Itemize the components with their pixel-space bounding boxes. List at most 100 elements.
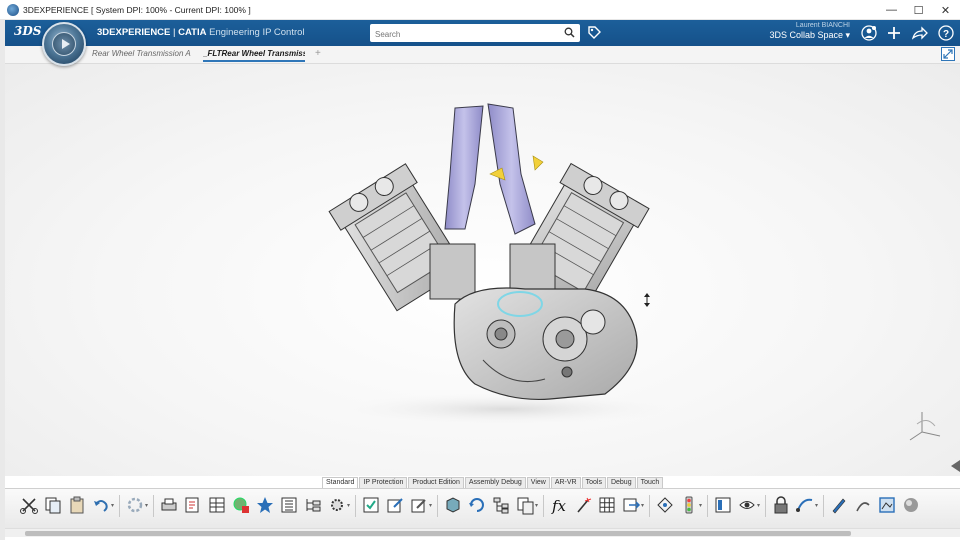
properties-icon[interactable] [183, 495, 203, 515]
globe-icon[interactable] [231, 495, 251, 515]
search-box[interactable] [370, 24, 580, 44]
3d-viewport[interactable] [5, 64, 960, 476]
star-icon[interactable] [255, 495, 275, 515]
minimize-button[interactable]: — [878, 0, 905, 20]
toolbar-separator [765, 495, 766, 517]
toolbar-separator [153, 495, 154, 517]
dropdown-arrow-icon[interactable]: ▾ [111, 502, 114, 509]
close-button[interactable]: ✕ [932, 0, 959, 20]
tab-flt-rear-wheel-transmission[interactable]: _FLTRear Wheel Transmiss [203, 49, 305, 62]
tab-ip-protection[interactable]: IP Protection [359, 477, 408, 488]
cube-icon[interactable] [443, 495, 463, 515]
tab-touch[interactable]: Touch [636, 477, 664, 488]
tag-icon[interactable] [587, 25, 602, 40]
help-icon[interactable]: ? [937, 24, 955, 42]
app-header: 3DS 3DEXPERIENCE | CATIA Engineering IP … [5, 20, 960, 46]
scissors-icon[interactable] [19, 495, 39, 515]
section-tabs: Standard IP Protection Product Edition Asse… [322, 477, 664, 488]
resize-cursor-icon [644, 293, 650, 307]
tab-tools[interactable]: Tools [581, 477, 606, 488]
panel-icon[interactable] [713, 495, 733, 515]
undo-icon[interactable] [91, 495, 111, 515]
copy-icon[interactable] [43, 495, 63, 515]
product-name: CATIA [178, 27, 207, 38]
paste-icon[interactable] [67, 495, 87, 515]
dropdown-arrow-icon[interactable]: ▾ [535, 502, 538, 509]
axis-triad-icon[interactable] [909, 412, 941, 441]
maximize-button[interactable]: ☐ [905, 0, 932, 20]
toolbar-separator [543, 495, 544, 517]
compass-play-button[interactable] [52, 32, 76, 56]
dropdown-arrow-icon[interactable]: ▾ [641, 502, 644, 509]
dropdown-arrow-icon[interactable]: ▾ [815, 502, 818, 509]
sphere-icon[interactable] [901, 495, 921, 515]
table-icon[interactable] [207, 495, 227, 515]
ds-logo: 3DS [14, 24, 42, 38]
pen-icon[interactable] [829, 495, 849, 515]
window-title: 3DEXPERIENCE [ System DPI: 100% - Curren… [23, 4, 251, 15]
hierarchy-icon[interactable] [491, 495, 511, 515]
wand-icon[interactable] [573, 495, 593, 515]
app-icon [7, 3, 19, 16]
share-icon[interactable] [911, 24, 929, 42]
svg-text:fx: fx [551, 497, 567, 515]
brand-name: 3DEXPERIENCE [97, 27, 171, 38]
check-icon[interactable] [361, 495, 381, 515]
compare-icon[interactable] [515, 495, 535, 515]
tab-ar-vr[interactable]: AR-VR [550, 477, 581, 488]
formula-icon[interactable]: fx [549, 495, 569, 515]
view-icon[interactable] [737, 495, 757, 515]
fullscreen-button[interactable] [941, 47, 955, 61]
grid-icon[interactable] [597, 495, 617, 515]
tab-assembly-debug[interactable]: Assembly Debug [464, 477, 526, 488]
toolbar-separator [823, 495, 824, 517]
dropdown-arrow-icon[interactable]: ▾ [347, 502, 350, 509]
dropdown-arrow-icon[interactable]: ▾ [757, 502, 760, 509]
brand-title: 3DEXPERIENCE | CATIA Engineering IP Cont… [97, 27, 305, 38]
engine-model[interactable] [5, 64, 960, 476]
action-toolbar: ▾ ▾ ▾ ▾ ▾ fx ▾ ▾ ▾ ▾ [5, 488, 960, 528]
toolbar-separator [437, 495, 438, 517]
route-icon[interactable] [795, 495, 815, 515]
tree-icon[interactable] [303, 495, 323, 515]
scrollbar-thumb[interactable] [25, 531, 851, 536]
toolbar-separator [707, 495, 708, 517]
gear-icon[interactable] [125, 495, 145, 515]
tab-rear-wheel-transmission[interactable]: Rear Wheel Transmission A [92, 49, 200, 58]
tab-debug[interactable]: Debug [606, 477, 636, 488]
app-name: Engineering IP Control [209, 27, 305, 38]
profile-icon[interactable] [860, 24, 878, 42]
tab-product-edition[interactable]: Product Edition [408, 477, 464, 488]
dropdown-arrow-icon[interactable]: ▾ [699, 502, 702, 509]
svg-text:?: ? [943, 29, 949, 40]
tab-standard[interactable]: Standard [322, 477, 359, 488]
sketch-icon[interactable] [853, 495, 873, 515]
traffic-light-icon[interactable] [679, 495, 699, 515]
settings-icon[interactable] [327, 495, 347, 515]
printer-icon[interactable] [159, 495, 179, 515]
export-icon[interactable] [621, 495, 641, 515]
tab-view[interactable]: View [526, 477, 550, 488]
add-tab-button[interactable]: + [315, 48, 321, 59]
geo-icon[interactable] [655, 495, 675, 515]
render-icon[interactable] [877, 495, 897, 515]
user-info[interactable]: Laurent BIANCHI 3DS Collab Space ▾ [769, 22, 850, 41]
refresh-icon[interactable] [467, 495, 487, 515]
dropdown-arrow-icon[interactable]: ▾ [145, 502, 148, 509]
search-input[interactable] [370, 25, 550, 44]
toolbar-separator [355, 495, 356, 517]
edit-icon[interactable] [385, 495, 405, 515]
search-icon[interactable] [564, 27, 575, 38]
add-icon[interactable] [885, 24, 903, 42]
play-icon [62, 39, 70, 49]
collab-space-selector[interactable]: 3DS Collab Space ▾ [769, 30, 850, 41]
user-name: Laurent BIANCHI [795, 22, 850, 29]
expand-icon [943, 49, 953, 59]
compass-widget[interactable] [42, 22, 86, 66]
toolbar-scrollbar[interactable] [5, 528, 960, 537]
document-tabs: Rear Wheel Transmission A _FLTRear Wheel… [5, 46, 960, 64]
edit2-icon[interactable] [409, 495, 429, 515]
lock-icon[interactable] [771, 495, 791, 515]
list-icon[interactable] [279, 495, 299, 515]
dropdown-arrow-icon[interactable]: ▾ [429, 502, 432, 509]
